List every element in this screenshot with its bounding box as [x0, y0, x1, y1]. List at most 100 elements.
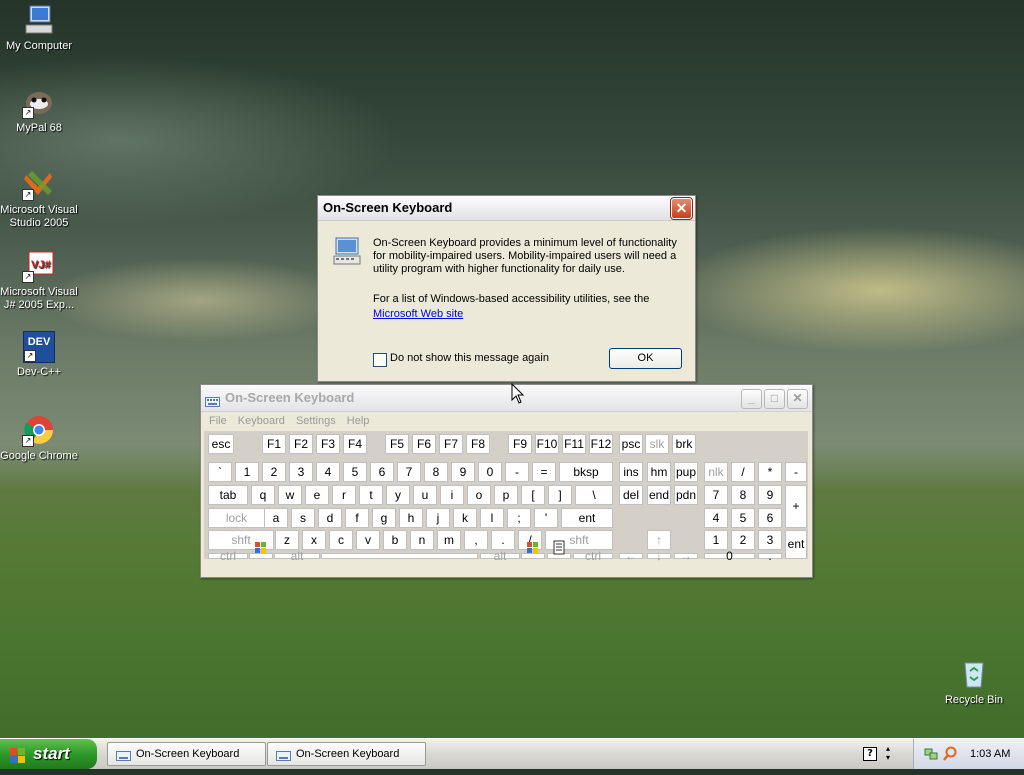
key-7[interactable]: 7 [397, 462, 421, 482]
dialog-close-button[interactable]: ✕ [670, 197, 693, 220]
microsoft-web-site-link[interactable]: Microsoft Web site [373, 308, 463, 321]
key-num-3[interactable]: 3 [758, 530, 782, 550]
key-f1[interactable]: F1 [262, 434, 286, 454]
key-num-7[interactable]: 7 [704, 485, 728, 505]
network-icon[interactable] [924, 747, 938, 764]
key-page-down[interactable]: pdn [674, 485, 698, 505]
key-left-ctrl[interactable]: ctrl [208, 550, 248, 562]
menu-keyboard[interactable]: Keyboard [238, 415, 285, 427]
key-y[interactable]: y [386, 485, 410, 505]
key-c[interactable]: c [329, 530, 353, 550]
key-num-lock[interactable]: nlk [704, 462, 728, 482]
key-f10[interactable]: F10 [535, 434, 559, 454]
maximize-button[interactable]: □ [764, 389, 785, 409]
key-arrow-down[interactable]: ↓ [647, 550, 671, 562]
key-num-2[interactable]: 2 [731, 530, 755, 550]
key-num-multiply[interactable]: * [758, 462, 782, 482]
key-r[interactable]: r [332, 485, 356, 505]
key-k[interactable]: k [453, 508, 477, 528]
key-semicolon[interactable]: ; [507, 508, 531, 528]
desktop-icon-mypal[interactable]: ↗ MyPal 68 [0, 85, 81, 135]
key-home[interactable]: hm [647, 462, 671, 482]
key-esc[interactable]: esc [208, 434, 234, 454]
key-application-menu[interactable] [547, 540, 571, 559]
dont-show-checkbox[interactable] [373, 353, 387, 367]
key-enter[interactable]: ent [561, 508, 613, 528]
key-backspace[interactable]: bksp [559, 462, 613, 482]
key-f5[interactable]: F5 [385, 434, 409, 454]
key-equals[interactable]: = [532, 462, 556, 482]
key-delete[interactable]: del [619, 485, 643, 505]
key-0[interactable]: 0 [478, 462, 502, 482]
menu-help[interactable]: Help [347, 415, 370, 427]
key-f3[interactable]: F3 [316, 434, 340, 454]
key-num-minus[interactable]: - [785, 462, 807, 482]
menu-settings[interactable]: Settings [296, 415, 336, 427]
minimize-button[interactable]: _ [741, 389, 762, 409]
start-button[interactable]: start [0, 739, 97, 769]
taskbar-scroll-icon[interactable]: ▴ ▾ [886, 744, 890, 762]
key-end[interactable]: end [647, 485, 671, 505]
key-x[interactable]: x [302, 530, 326, 550]
key-9[interactable]: 9 [451, 462, 475, 482]
key-right-windows[interactable] [521, 542, 545, 559]
clock[interactable]: 1:03 AM [970, 739, 1010, 769]
key-f8[interactable]: F8 [466, 434, 490, 454]
key-num-6[interactable]: 6 [758, 508, 782, 528]
key-8[interactable]: 8 [424, 462, 448, 482]
help-icon[interactable]: ? [863, 747, 877, 761]
key-f9[interactable]: F9 [508, 434, 532, 454]
key-f7[interactable]: F7 [439, 434, 463, 454]
dialog-title-bar[interactable]: On-Screen Keyboard ✕ [318, 196, 695, 221]
key-backslash[interactable]: \ [575, 485, 613, 505]
key-arrow-right[interactable]: → [674, 550, 698, 562]
desktop-icon-visual-jsharp[interactable]: VJ# ↗ Microsoft Visual J# 2005 Exp... [0, 249, 81, 312]
desktop-icon-visual-studio[interactable]: ↗ Microsoft Visual Studio 2005 [0, 167, 81, 230]
key-quote[interactable]: ' [534, 508, 558, 528]
key-3[interactable]: 3 [289, 462, 313, 482]
taskbar-button-osk-2[interactable]: On-Screen Keyboard [267, 742, 426, 766]
key-num-decimal[interactable]: . [758, 550, 782, 562]
key-tab[interactable]: tab [208, 485, 248, 505]
key-right-ctrl[interactable]: ctrl [573, 550, 613, 562]
desktop-icon-google-chrome[interactable]: ↗ Google Chrome [0, 413, 81, 463]
key-t[interactable]: t [359, 485, 383, 505]
search-icon[interactable] [942, 746, 958, 765]
key-period[interactable]: . [491, 530, 515, 550]
key-num-0[interactable]: 0 [704, 550, 755, 562]
key-num-8[interactable]: 8 [731, 485, 755, 505]
key-6[interactable]: 6 [370, 462, 394, 482]
key-num-9[interactable]: 9 [758, 485, 782, 505]
key-v[interactable]: v [356, 530, 380, 550]
key-left-windows[interactable] [249, 542, 273, 559]
key-2[interactable]: 2 [262, 462, 286, 482]
key-num-1[interactable]: 1 [704, 530, 728, 550]
key-5[interactable]: 5 [343, 462, 367, 482]
key-q[interactable]: q [251, 485, 275, 505]
key-backtick[interactable]: ` [208, 462, 232, 482]
key-spacebar[interactable] [321, 553, 478, 559]
key-w[interactable]: w [278, 485, 302, 505]
key-caps-lock[interactable]: lock [208, 508, 265, 528]
key-arrow-left[interactable]: ← [619, 550, 643, 562]
key-o[interactable]: o [467, 485, 491, 505]
key-1[interactable]: 1 [235, 462, 259, 482]
key-close-bracket[interactable]: ] [548, 485, 572, 505]
key-f2[interactable]: F2 [289, 434, 313, 454]
desktop-icon-my-computer[interactable]: My Computer [0, 3, 81, 53]
key-num-divide[interactable]: / [731, 462, 755, 482]
key-f11[interactable]: F11 [562, 434, 586, 454]
key-psc[interactable]: psc [619, 434, 643, 454]
key-minus[interactable]: - [505, 462, 529, 482]
key-num-4[interactable]: 4 [704, 508, 728, 528]
key-brk[interactable]: brk [672, 434, 696, 454]
key-m[interactable]: m [437, 530, 461, 550]
key-f6[interactable]: F6 [412, 434, 436, 454]
key-a[interactable]: a [264, 508, 288, 528]
taskbar-button-osk-1[interactable]: On-Screen Keyboard [107, 742, 266, 766]
key-h[interactable]: h [399, 508, 423, 528]
key-n[interactable]: n [410, 530, 434, 550]
osk-close-button[interactable]: ✕ [787, 389, 808, 409]
key-b[interactable]: b [383, 530, 407, 550]
key-z[interactable]: z [275, 530, 299, 550]
